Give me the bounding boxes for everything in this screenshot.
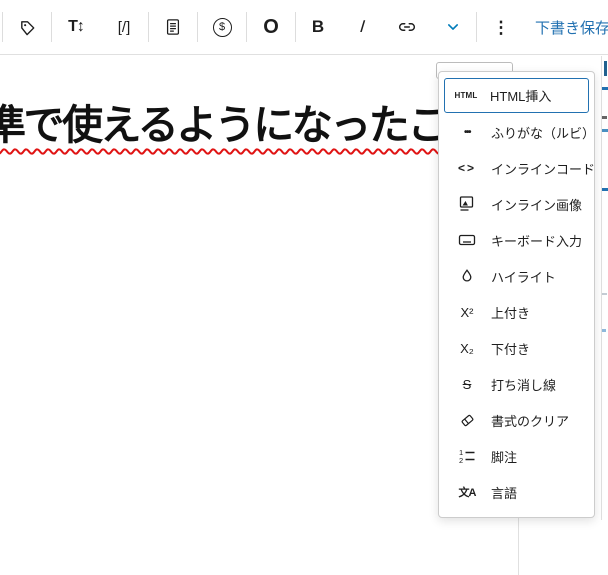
formatting-toolbar: T↕ [/] $ O B I ⋮ 下書き保存 [0, 0, 608, 55]
font-size-button[interactable]: T↕ [52, 3, 100, 51]
menu-item-label: インラインコード [491, 161, 596, 177]
menu-item-inline-code[interactable]: <> インラインコード [439, 150, 596, 186]
menu-item-label: ハイライト [491, 269, 556, 285]
tag-button[interactable] [3, 3, 51, 51]
menu-item-inline-image[interactable]: インライン画像 [439, 186, 594, 222]
options-button[interactable]: ⋮ [477, 3, 525, 51]
menu-item-label: 言語 [491, 485, 518, 501]
menu-item-label: 脚注 [491, 449, 518, 465]
menu-item-furigana-ruby[interactable]: ••• ふりがな（ルビ） [439, 114, 596, 150]
shortcode-icon: [/] [117, 18, 131, 36]
shortcode-button[interactable]: [/] [100, 3, 148, 51]
superscript-icon: X² [460, 304, 474, 320]
document-icon [163, 17, 183, 37]
sidebar-fragment [604, 61, 607, 76]
menu-item-clear-format[interactable]: 書式のクリア [439, 402, 594, 438]
subscript-icon: X₂ [460, 340, 474, 356]
menu-item-label: 打ち消し線 [491, 377, 557, 393]
bold-icon: B [311, 17, 325, 36]
menu-item-superscript[interactable]: X² 上付き [439, 294, 594, 330]
sidebar-fragment [602, 116, 607, 119]
keyboard-icon [455, 231, 479, 249]
sidebar-fragment [602, 329, 606, 332]
menu-item-label: 下付き [491, 341, 531, 357]
sidebar-divider [601, 56, 602, 520]
sidebar-fragment [602, 188, 608, 191]
sidebar-fragment [602, 293, 607, 295]
ruby-dots-icon: ••• [463, 126, 472, 138]
menu-item-label: キーボード入力 [491, 233, 583, 249]
sidebar-fragment [602, 129, 608, 132]
sidebar-fragment [602, 87, 608, 90]
menu-item-label: 上付き [491, 305, 531, 321]
font-size-icon: T↕ [68, 18, 85, 35]
menu-item-footnote[interactable]: 1 2 脚注 [439, 438, 594, 474]
format-menu: HTML HTML挿入 ••• ふりがな（ルビ） <> インラインコード インラ… [438, 71, 595, 518]
italic-icon: I [358, 17, 366, 36]
droplet-icon [455, 268, 479, 285]
link-icon [396, 16, 418, 38]
strikethrough-icon: S [462, 376, 472, 392]
menu-item-highlight[interactable]: ハイライト [439, 258, 594, 294]
html-icon: HTML [454, 91, 478, 100]
dollar-button[interactable]: $ [198, 3, 246, 51]
more-formats-button[interactable] [430, 3, 476, 51]
svg-text:2: 2 [459, 456, 463, 464]
menu-item-label: 書式のクリア [491, 413, 570, 429]
chevron-down-icon [443, 17, 463, 37]
link-button[interactable] [384, 3, 430, 51]
menu-item-subscript[interactable]: X₂ 下付き [439, 330, 594, 366]
inline-image-icon [455, 195, 479, 213]
paragraph-text[interactable]: 準で使えるようになったこ [0, 101, 448, 150]
menu-item-language[interactable]: 文A 言語 [439, 474, 594, 510]
menu-item-label: ふりがな（ルビ） [491, 125, 596, 141]
italic-button[interactable]: I [340, 3, 384, 51]
footnote-icon: 1 2 [455, 448, 479, 464]
editor-screen: T↕ [/] $ O B I ⋮ 下書き保存 準で使えるようになったこ HTML… [0, 0, 608, 575]
tag-icon [17, 17, 38, 38]
document-button[interactable] [149, 3, 197, 51]
save-draft-button[interactable]: 下書き保存 [535, 17, 608, 38]
dollar-circle-icon: $ [212, 17, 232, 37]
menu-item-strikethrough[interactable]: S 打ち消し線 [439, 366, 594, 402]
menu-item-label: HTML挿入 [490, 89, 552, 104]
inline-code-icon: <> [457, 161, 476, 175]
menu-item-keyboard-input[interactable]: キーボード入力 [439, 222, 594, 258]
circle-o-icon: O [263, 15, 279, 38]
menu-item-label: インライン画像 [491, 197, 583, 213]
kebab-menu-icon: ⋮ [492, 17, 510, 37]
column-divider [518, 518, 519, 575]
translate-icon: 文A [458, 487, 477, 499]
menu-item-html-insert[interactable]: HTML HTML挿入 [444, 78, 589, 113]
eraser-icon [455, 412, 479, 429]
bold-button[interactable]: B [296, 3, 340, 51]
circle-o-button[interactable]: O [247, 3, 295, 51]
